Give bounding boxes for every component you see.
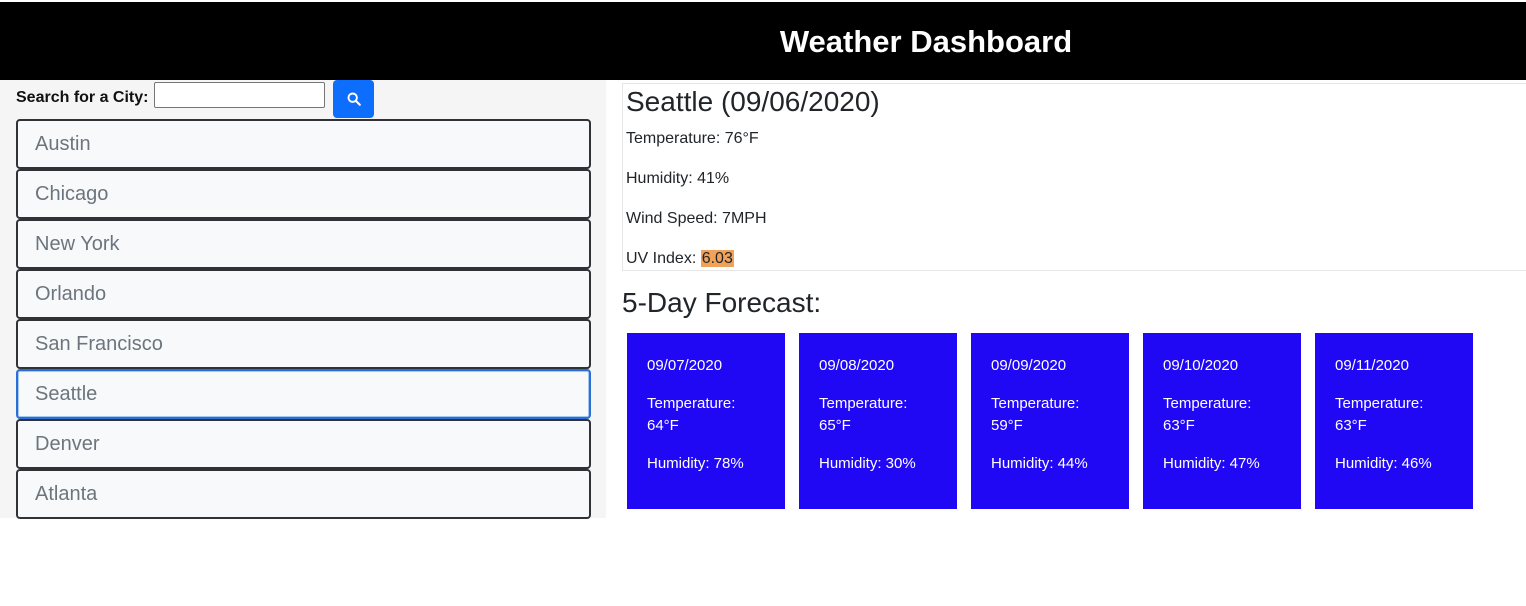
forecast-temperature-label: Temperature: bbox=[991, 395, 1080, 412]
current-city-title: Seattle (09/06/2020) bbox=[626, 86, 880, 117]
forecast-card: 09/08/2020 Temperature: 65°F Humidity: 3… bbox=[799, 333, 957, 509]
forecast-humidity: Humidity: 30% bbox=[819, 455, 916, 472]
city-item-atlanta[interactable]: Atlanta bbox=[16, 469, 591, 519]
forecast-date: 09/10/2020 bbox=[1163, 357, 1239, 374]
forecast-card: 09/11/2020 Temperature: 63°F Humidity: 4… bbox=[1315, 333, 1473, 509]
city-item-austin[interactable]: Austin bbox=[16, 119, 591, 169]
forecast-date: 09/08/2020 bbox=[819, 357, 895, 374]
header-bar: Weather Dashboard bbox=[0, 2, 1526, 80]
city-item-new-york[interactable]: New York bbox=[16, 219, 591, 269]
forecast-card: 09/10/2020 Temperature: 63°F Humidity: 4… bbox=[1143, 333, 1301, 509]
uv-index-label: UV Index: bbox=[626, 250, 701, 267]
forecast-temperature: 65°F bbox=[819, 417, 851, 434]
search-icon bbox=[333, 92, 374, 106]
current-uv-index: UV Index: 6.03 bbox=[626, 250, 734, 268]
sidebar: Search for a City: Austin Chicago New Yo… bbox=[0, 80, 606, 519]
forecast-humidity: Humidity: 46% bbox=[1335, 455, 1432, 472]
city-item-seattle[interactable]: Seattle bbox=[16, 369, 591, 419]
city-item-san-francisco[interactable]: San Francisco bbox=[16, 319, 591, 369]
search-label: Search for a City: bbox=[16, 89, 149, 106]
search-input[interactable] bbox=[154, 82, 325, 108]
forecast-humidity: Humidity: 44% bbox=[991, 455, 1088, 472]
app-title: Weather Dashboard bbox=[779, 24, 1073, 59]
forecast-temperature: 64°F bbox=[647, 417, 679, 434]
search-button[interactable] bbox=[333, 80, 374, 118]
forecast-temperature-label: Temperature: bbox=[1163, 395, 1252, 412]
current-temperature: Temperature: 76°F bbox=[626, 130, 759, 147]
city-item-chicago[interactable]: Chicago bbox=[16, 169, 591, 219]
city-item-denver[interactable]: Denver bbox=[16, 419, 591, 469]
forecast-temperature-label: Temperature: bbox=[1335, 395, 1424, 412]
city-history-list: Austin Chicago New York Orlando San Fran… bbox=[16, 119, 591, 519]
forecast-humidity: Humidity: 78% bbox=[647, 455, 744, 472]
current-humidity: Humidity: 41% bbox=[626, 170, 730, 187]
forecast-date: 09/07/2020 bbox=[647, 357, 723, 374]
city-item-orlando[interactable]: Orlando bbox=[16, 269, 591, 319]
forecast-date: 09/09/2020 bbox=[991, 357, 1067, 374]
forecast-humidity: Humidity: 47% bbox=[1163, 455, 1260, 472]
forecast-temperature: 63°F bbox=[1335, 417, 1367, 434]
forecast-temperature: 63°F bbox=[1163, 417, 1195, 434]
forecast-heading: 5-Day Forecast: bbox=[622, 287, 822, 318]
forecast-card: 09/09/2020 Temperature: 59°F Humidity: 4… bbox=[971, 333, 1129, 509]
forecast-temperature-label: Temperature: bbox=[819, 395, 908, 412]
forecast-date: 09/11/2020 bbox=[1335, 357, 1409, 374]
forecast-card: 09/07/2020 Temperature: 64°F Humidity: 7… bbox=[627, 333, 785, 509]
forecast-temperature-label: Temperature: bbox=[647, 395, 736, 412]
uv-index-badge: 6.03 bbox=[700, 250, 734, 267]
forecast-temperature: 59°F bbox=[991, 417, 1023, 434]
current-wind-speed: Wind Speed: 7MPH bbox=[626, 210, 767, 227]
current-weather-card: Seattle (09/06/2020) Temperature: 76°F H… bbox=[622, 83, 1526, 271]
